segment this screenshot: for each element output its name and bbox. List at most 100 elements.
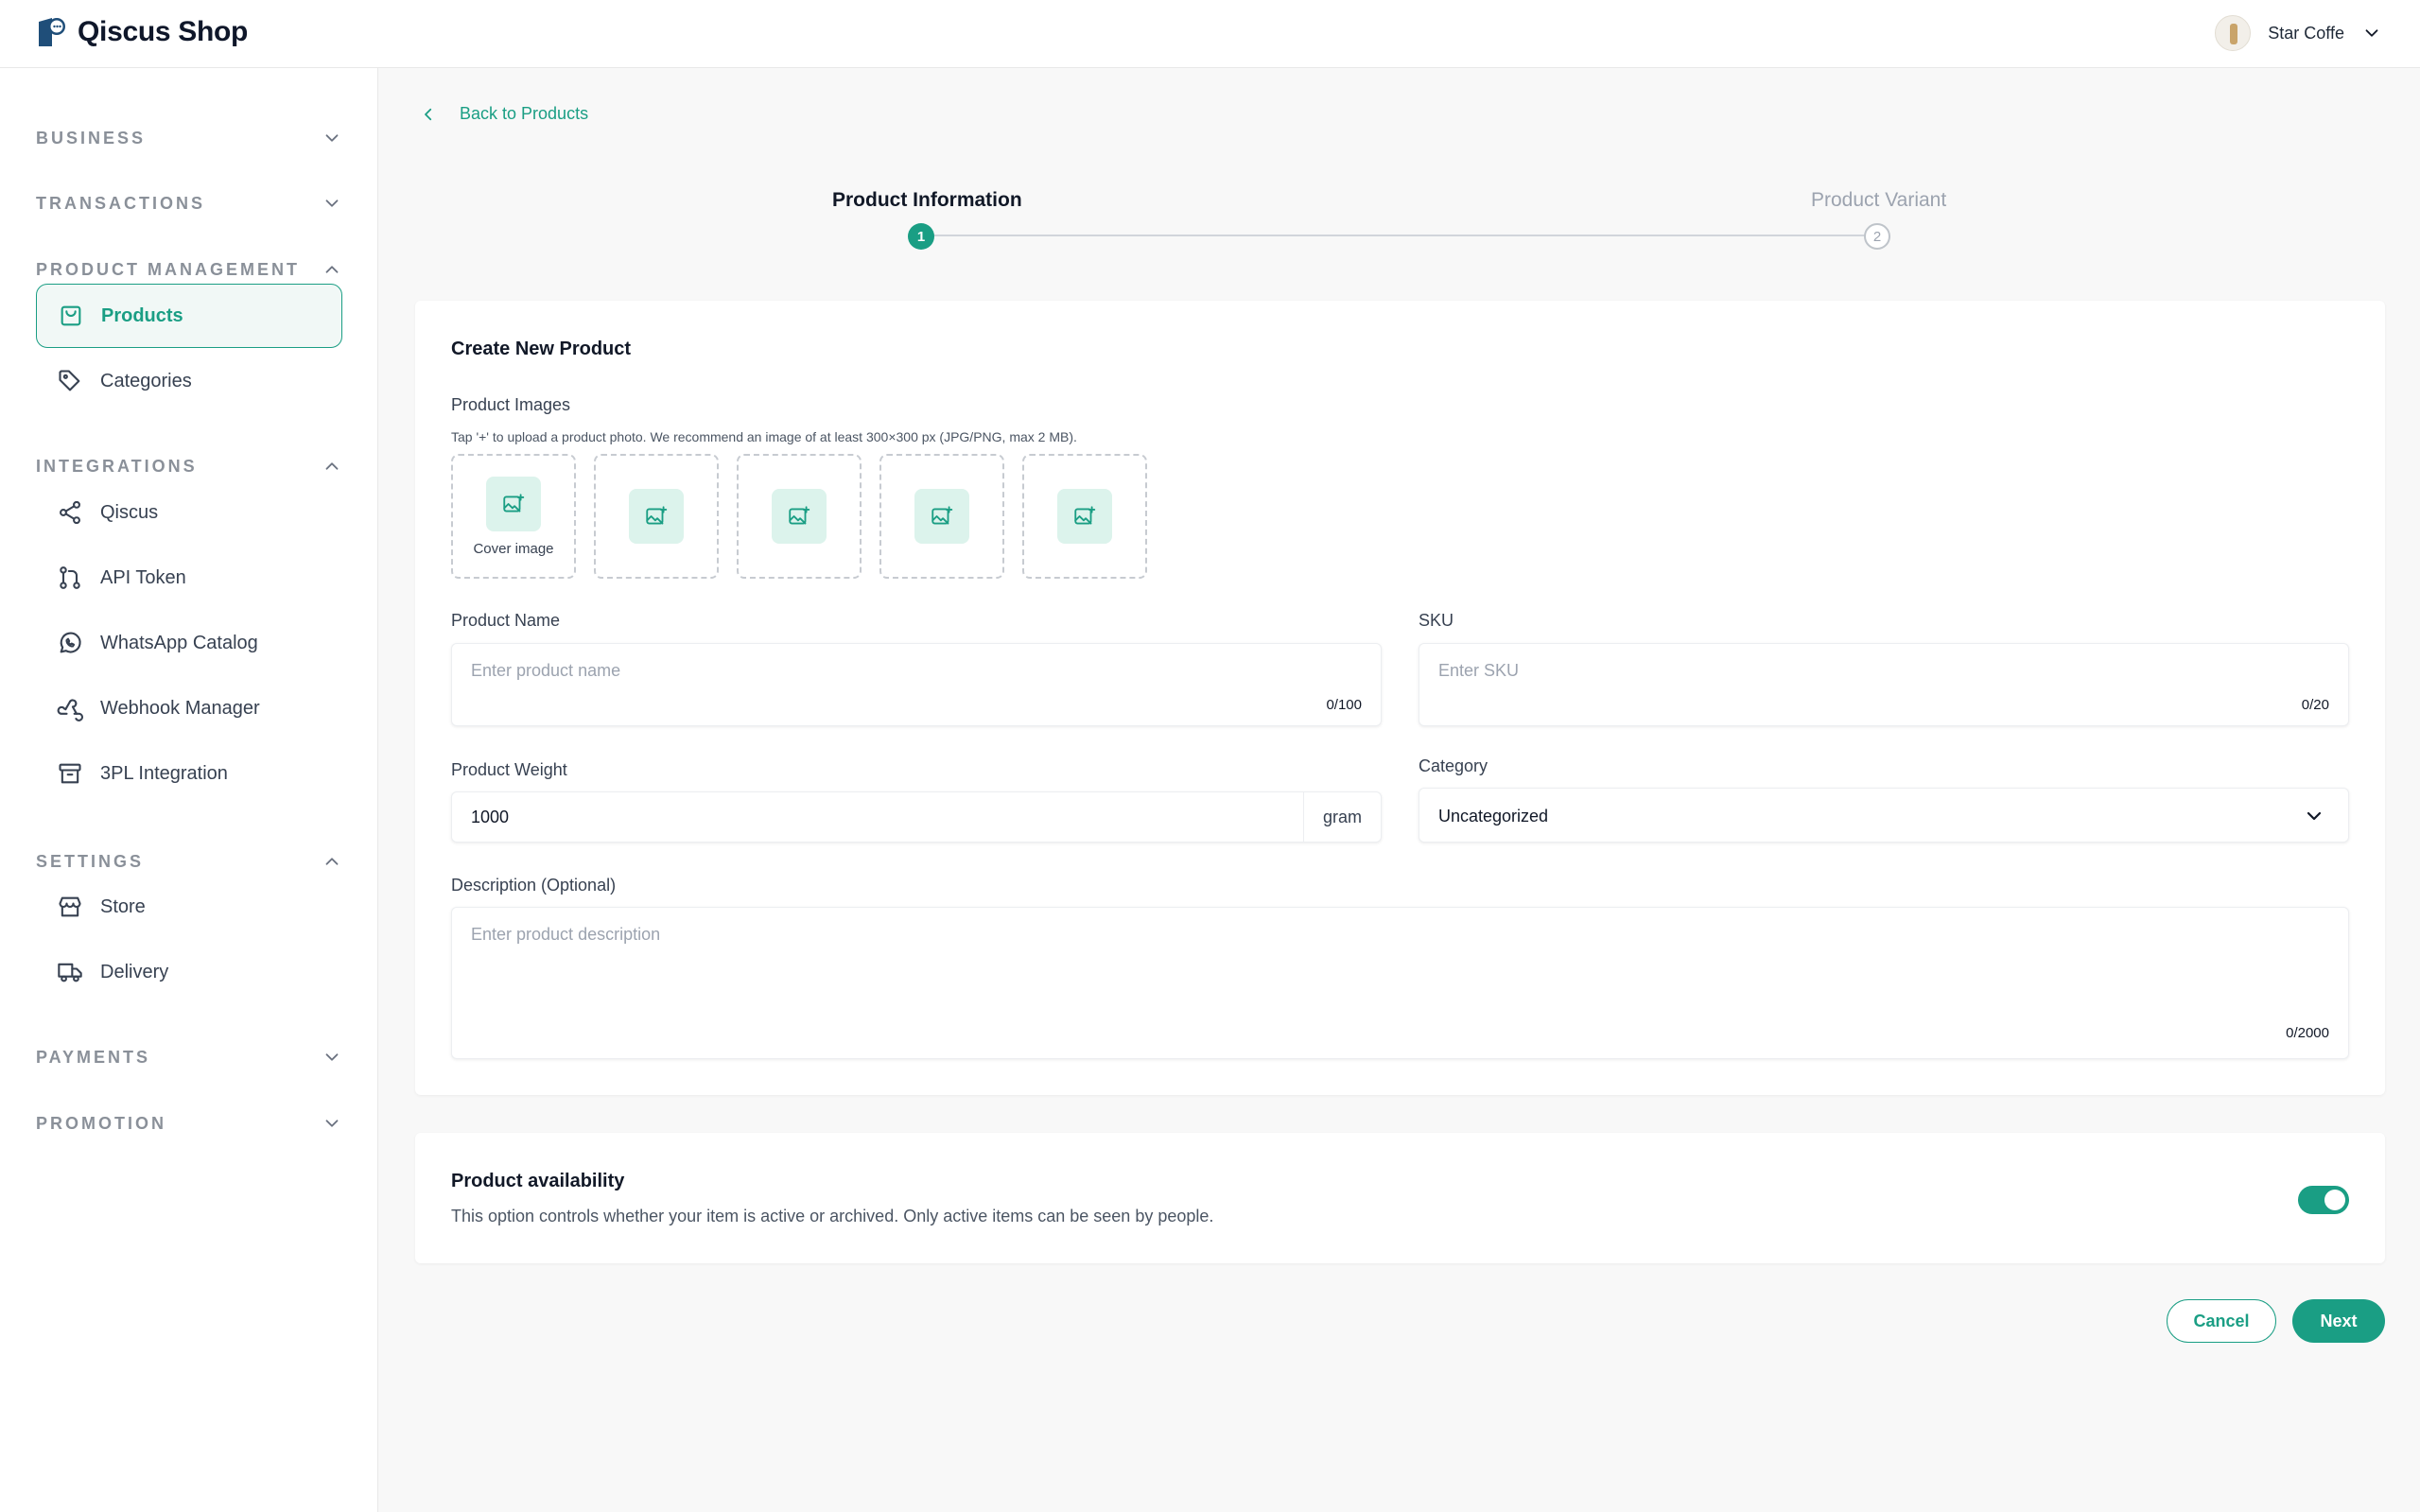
image-upload-slot[interactable] xyxy=(1022,454,1147,579)
product-availability-card: Product availability This option control… xyxy=(415,1133,2385,1263)
sidebar-item-label: Qiscus xyxy=(100,501,159,523)
chevron-down-icon[interactable] xyxy=(2361,23,2382,43)
sidebar-section-label: BUSINESS xyxy=(36,128,147,148)
sku-placeholder: Enter SKU xyxy=(1438,661,1520,680)
avatar xyxy=(2215,15,2252,51)
product-name-label: Product Name xyxy=(451,611,561,630)
category-value: Uncategorized xyxy=(1438,807,1549,826)
sidebar-item-webhook-manager[interactable]: Webhook Manager xyxy=(36,676,342,740)
share-icon xyxy=(60,500,80,525)
sku-label: SKU xyxy=(1419,611,1454,630)
sidebar-item-3pl-integration[interactable]: 3PL Integration xyxy=(36,741,342,806)
image-upload-icon xyxy=(486,476,541,531)
cover-image-label: Cover image xyxy=(473,540,554,557)
availability-description: This option controls whether your item i… xyxy=(451,1207,1214,1225)
sku-field[interactable]: Enter SKU 0/20 xyxy=(1419,643,2349,726)
sidebar-section-payments[interactable]: PAYMENTS xyxy=(36,1040,342,1074)
sidebar-item-label: Store xyxy=(100,895,146,917)
store-icon xyxy=(59,896,81,917)
next-button[interactable]: Next xyxy=(2292,1299,2385,1343)
image-upload-slot[interactable] xyxy=(737,454,862,579)
sidebar-item-label: Delivery xyxy=(100,961,169,982)
shopping-bag-icon xyxy=(61,305,81,326)
sidebar-item-label: WhatsApp Catalog xyxy=(100,632,258,653)
webhook-icon xyxy=(57,699,83,721)
sidebar-item-label: Webhook Manager xyxy=(100,697,260,719)
sidebar-section-label: INTEGRATIONS xyxy=(36,456,198,476)
cover-image-upload[interactable]: Cover image xyxy=(451,454,576,579)
description-label: Description (Optional) xyxy=(451,876,617,895)
availability-toggle[interactable] xyxy=(2298,1186,2349,1214)
cancel-button[interactable]: Cancel xyxy=(2167,1299,2276,1343)
sidebar-section-promotion[interactable]: PROMOTION xyxy=(36,1106,342,1140)
step-1-indicator: 1 xyxy=(908,223,934,250)
product-images-hint: Tap '+' to upload a product photo. We re… xyxy=(451,429,1077,444)
sidebar-section-label: PRODUCT MANAGEMENT xyxy=(36,259,300,279)
app-logo[interactable]: Qiscus Shop xyxy=(36,16,248,48)
category-select[interactable]: Uncategorized xyxy=(1419,788,2349,843)
sidebar-section-settings[interactable]: SETTINGS xyxy=(36,844,342,878)
sidebar-item-qiscus[interactable]: Qiscus xyxy=(36,480,342,545)
sidebar-item-delivery[interactable]: Delivery xyxy=(36,940,342,1004)
sidebar-section-transactions[interactable]: TRANSACTIONS xyxy=(36,186,342,220)
sidebar-section-label: PAYMENTS xyxy=(36,1047,151,1067)
description-counter: 0/2000 xyxy=(2286,1025,2329,1041)
back-link-label: Back to Products xyxy=(460,104,589,123)
chevron-left-icon xyxy=(425,108,432,120)
sidebar-item-whatsapp-catalog[interactable]: WhatsApp Catalog xyxy=(36,611,342,675)
step-label-product-information: Product Information xyxy=(832,189,1022,211)
product-weight-value: 1000 xyxy=(471,808,510,826)
product-weight-field[interactable]: 1000 gram xyxy=(451,791,1382,843)
product-weight-label: Product Weight xyxy=(451,760,567,779)
product-images-label: Product Images xyxy=(451,395,571,414)
sidebar-section-label: TRANSACTIONS xyxy=(36,193,205,213)
image-upload-icon xyxy=(772,489,827,544)
chevron-up-icon xyxy=(325,462,339,470)
stepper-line xyxy=(922,235,1877,236)
step-label-product-variant: Product Variant xyxy=(1811,189,1947,211)
sidebar-section-label: SETTINGS xyxy=(36,851,145,871)
chevron-down-icon xyxy=(325,134,339,142)
image-upload-icon xyxy=(914,489,969,544)
chevron-down-icon xyxy=(2303,805,2325,827)
sku-counter: 0/20 xyxy=(2301,697,2329,713)
tag-icon xyxy=(59,370,80,391)
image-upload-icon xyxy=(629,489,684,544)
sidebar-section-product-management[interactable]: PRODUCT MANAGEMENT xyxy=(36,252,342,287)
sidebar-item-label: 3PL Integration xyxy=(100,762,228,784)
description-textarea[interactable]: Enter product description 0/2000 xyxy=(451,907,2349,1059)
sidebar-item-store[interactable]: Store xyxy=(36,875,342,939)
sidebar-section-label: PROMOTION xyxy=(36,1113,166,1133)
sidebar-section-business[interactable]: BUSINESS xyxy=(36,121,342,155)
product-name-field[interactable]: Enter product name 0/100 xyxy=(451,643,1382,726)
description-placeholder: Enter product description xyxy=(471,925,661,944)
chevron-up-icon xyxy=(325,266,339,273)
sidebar-item-label: Products xyxy=(101,304,183,326)
category-label: Category xyxy=(1419,756,1489,775)
top-bar: Qiscus Shop Star Coffe xyxy=(0,0,2420,68)
chevron-down-icon xyxy=(325,1120,339,1127)
git-pull-request-icon xyxy=(60,566,80,589)
weight-unit: gram xyxy=(1303,792,1381,842)
qiscus-logo-icon xyxy=(39,18,65,46)
image-upload-slot[interactable] xyxy=(594,454,719,579)
sidebar-item-api-token[interactable]: API Token xyxy=(36,546,342,610)
product-name-placeholder: Enter product name xyxy=(471,661,621,680)
image-upload-slot[interactable] xyxy=(879,454,1004,579)
archive-icon xyxy=(59,763,81,784)
step-2-indicator: 2 xyxy=(1864,223,1890,250)
sidebar-item-categories[interactable]: Categories xyxy=(36,349,342,413)
user-menu[interactable]: Star Coffe xyxy=(2215,15,2382,51)
app-name: Qiscus Shop xyxy=(78,16,249,47)
sidebar-section-integrations[interactable]: INTEGRATIONS xyxy=(36,449,342,483)
chevron-down-icon xyxy=(325,1053,339,1061)
sidebar: BUSINESS TRANSACTIONS PRODUCT MANAGEMENT… xyxy=(0,68,378,1512)
chevron-up-icon xyxy=(325,858,339,865)
sidebar-item-label: Categories xyxy=(100,370,192,391)
create-product-card: Create New Product Product Images Tap '+… xyxy=(415,301,2385,1095)
image-upload-icon xyxy=(1057,489,1112,544)
product-name-counter: 0/100 xyxy=(1326,697,1362,713)
card-title: Create New Product xyxy=(451,339,632,359)
back-to-products-link[interactable]: Back to Products xyxy=(420,104,588,124)
sidebar-item-products[interactable]: Products xyxy=(36,284,342,348)
